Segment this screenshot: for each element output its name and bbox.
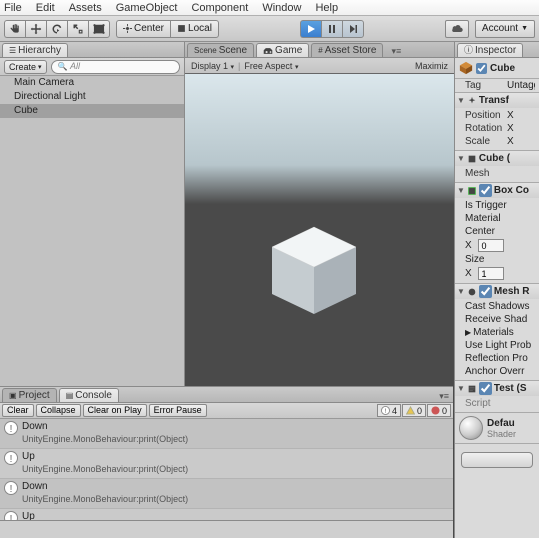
console-log-list: ! DownUnityEngine.MonoBehaviour:print(Ob… (0, 419, 453, 520)
tool-group-transform (4, 20, 110, 38)
hierarchy-search-input[interactable]: 🔍 All (51, 60, 180, 74)
menu-assets[interactable]: Assets (69, 2, 102, 14)
svg-text:!: ! (385, 408, 387, 415)
material-preview: Defau Shader (455, 412, 539, 443)
console-log-row[interactable]: ! DownUnityEngine.MonoBehaviour:print(Ob… (0, 479, 453, 509)
menu-gameobject[interactable]: GameObject (116, 2, 178, 14)
pause-button[interactable] (321, 20, 342, 38)
tab-scene[interactable]: Scene Scene (187, 43, 254, 57)
tab-inspector[interactable]: ⓘ Inspector (457, 43, 523, 57)
component-box-collider: ▼Box Co Is Trigger Material Center X Siz… (455, 182, 539, 283)
pivot-group: Center Local (116, 20, 219, 38)
step-button[interactable] (342, 20, 364, 38)
menu-file[interactable]: File (4, 2, 22, 14)
hierarchy-row[interactable]: Main Camera (0, 76, 184, 90)
console-log-row[interactable]: ! UpUnityEngine.MonoBehaviour:print(Obje… (0, 509, 453, 520)
tab-hierarchy[interactable]: ☰ Hierarchy (2, 43, 68, 57)
menu-bar: File Edit Assets GameObject Component Wi… (0, 0, 539, 16)
cube-icon (459, 61, 473, 75)
rotate-tool-button[interactable] (46, 20, 67, 38)
bottom-panel: ▣Project ▤Console ▾≡ Clear Collapse Clea… (0, 386, 453, 538)
info-icon: ! (4, 481, 18, 495)
menu-help[interactable]: Help (315, 2, 338, 14)
tab-asset-store[interactable]: #Asset Store (311, 43, 383, 57)
rendered-cube (264, 219, 364, 319)
svg-text:!: ! (10, 424, 13, 435)
hierarchy-row[interactable]: Directional Light (0, 90, 184, 104)
component-mesh-renderer: ▼Mesh R Cast Shadows Receive Shad ▶Mater… (455, 283, 539, 380)
game-maximize-toggle[interactable]: Maximiz (413, 61, 450, 71)
game-display-dropdown[interactable]: Display 1 ▾ (189, 61, 236, 71)
svg-text:!: ! (10, 484, 13, 495)
console-warn-count[interactable]: 0 (402, 404, 426, 417)
collider-center-x-input[interactable] (478, 239, 504, 252)
account-button[interactable]: Account ▼ (475, 20, 535, 38)
hierarchy-create-button[interactable]: Create▾ (4, 60, 47, 74)
svg-text:!: ! (10, 454, 13, 465)
status-bar (0, 520, 453, 538)
console-log-row[interactable]: ! DownUnityEngine.MonoBehaviour:print(Ob… (0, 419, 453, 449)
rect-tool-button[interactable] (88, 20, 110, 38)
add-component-button[interactable] (461, 452, 533, 468)
menu-edit[interactable]: Edit (36, 2, 55, 14)
pivot-local-button[interactable]: Local (170, 20, 219, 38)
tab-project[interactable]: ▣Project (2, 388, 57, 402)
console-error-pause-button[interactable]: Error Pause (149, 404, 207, 417)
script-enabled-checkbox[interactable] (479, 382, 492, 395)
toolbar: Center Local Account ▼ (0, 16, 539, 42)
cloud-button[interactable] (445, 20, 469, 38)
material-sphere-icon (459, 416, 483, 440)
console-collapse-button[interactable]: Collapse (36, 404, 81, 417)
collider-size-x-input[interactable] (478, 267, 504, 280)
panel-menu-icon[interactable]: ▾≡ (387, 46, 405, 57)
info-icon: ! (4, 421, 18, 435)
hierarchy-panel: ☰ Hierarchy Create▾ 🔍 All Main Camera Di… (0, 42, 184, 385)
pivot-center-button[interactable]: Center (116, 20, 170, 38)
tag-dropdown[interactable]: Untagg (507, 80, 535, 91)
component-mesh-filter: ▼Cube ( Mesh (455, 150, 539, 182)
info-icon: ! (4, 511, 18, 520)
play-controls (300, 20, 364, 38)
console-clear-button[interactable]: Clear (2, 404, 34, 417)
info-icon: ! (4, 451, 18, 465)
hand-tool-button[interactable] (4, 20, 25, 38)
console-clear-on-play-button[interactable]: Clear on Play (83, 404, 147, 417)
panel-menu-icon[interactable]: ▾≡ (435, 391, 453, 402)
gameobject-active-checkbox[interactable] (476, 63, 487, 74)
move-tool-button[interactable] (25, 20, 46, 38)
console-info-count[interactable]: !4 (377, 404, 401, 417)
gameobject-name-field[interactable]: Cube (490, 63, 515, 74)
hierarchy-row[interactable]: Cube (0, 104, 184, 118)
inspector-panel: ⓘ Inspector Cube Tag Untagg ▼Transf Posi… (454, 42, 539, 538)
scale-tool-button[interactable] (67, 20, 88, 38)
menu-window[interactable]: Window (262, 2, 301, 14)
component-script: ▼Test (S Script (455, 380, 539, 412)
menu-component[interactable]: Component (191, 2, 248, 14)
tab-game[interactable]: Game (256, 43, 309, 57)
component-transform: ▼Transf PositionX RotationX ScaleX (455, 92, 539, 150)
tab-console[interactable]: ▤Console (59, 388, 119, 402)
game-aspect-dropdown[interactable]: Free Aspect ▾ (242, 61, 300, 71)
console-error-count[interactable]: 0 (427, 404, 451, 417)
mesh-renderer-enabled-checkbox[interactable] (479, 285, 492, 298)
play-button[interactable] (300, 20, 321, 38)
console-log-row[interactable]: ! UpUnityEngine.MonoBehaviour:print(Obje… (0, 449, 453, 479)
box-collider-enabled-checkbox[interactable] (479, 184, 492, 197)
hierarchy-list: Main Camera Directional Light Cube (0, 76, 184, 385)
